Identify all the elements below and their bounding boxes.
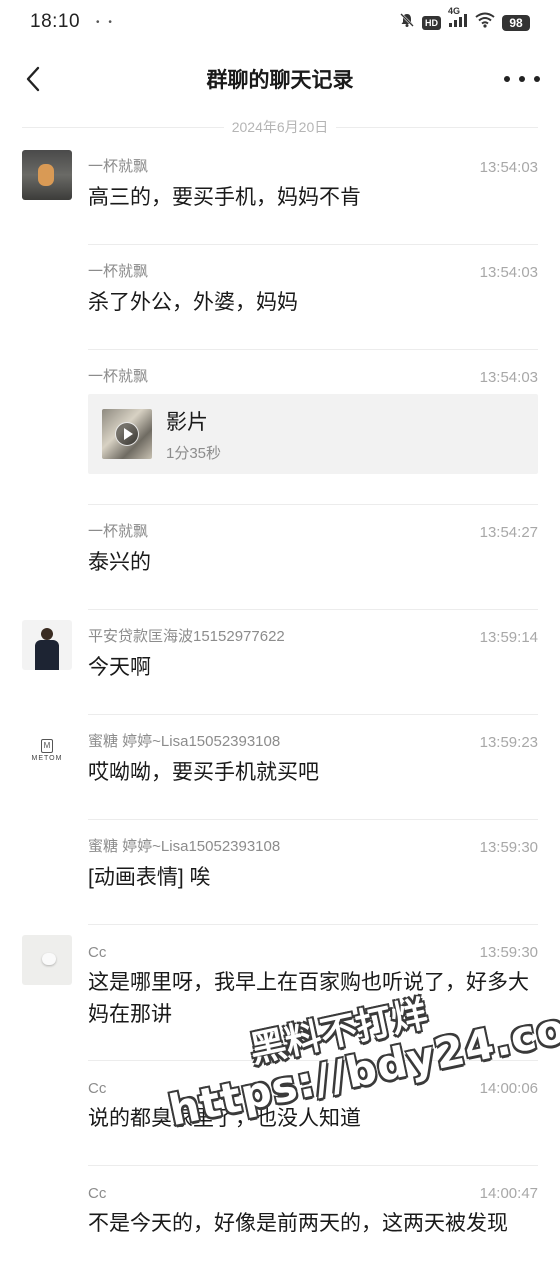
message-item[interactable]: 一杯就飘 13:54:03 影片 1分35秒 <box>0 350 560 505</box>
message-time: 13:54:03 <box>479 369 538 386</box>
date-divider: 2024年6月20日 <box>22 114 538 140</box>
message-text: 这是哪里呀，我早上在百家购也听说了，好多大妈在那讲 <box>88 971 529 1026</box>
video-title: 影片 <box>166 410 208 434</box>
message-item[interactable]: Cc 14:00:47 不是今天的，好像是前两天的，这两天被发现 <box>0 1166 560 1280</box>
message-text: [动画表情] 唉 <box>88 866 211 889</box>
message-time: 13:59:30 <box>479 944 538 961</box>
metom-logo-icon: M <box>41 738 53 753</box>
nav-bar: 群聊的聊天记录 <box>0 44 560 114</box>
message-text: 杀了外公，外婆，妈妈 <box>88 291 298 314</box>
message-time: 13:54:03 <box>479 264 538 281</box>
signal-icon: 4G <box>448 6 468 33</box>
message-item[interactable]: 蜜糖 婷婷~Lisa15052393108 13:59:30 [动画表情] 唉 <box>0 820 560 925</box>
status-bar: 18:10 • • HD 4G 98 <box>0 0 560 44</box>
sender-name: Cc <box>88 1080 107 1097</box>
sender-name: 一杯就飘 <box>88 263 149 280</box>
message-text: 不是今天的，好像是前两天的，这两天被发现 <box>88 1212 508 1235</box>
message-time: 14:00:47 <box>479 1185 538 1202</box>
avatar-metom-logo[interactable]: M METOM <box>22 725 72 775</box>
status-icons: HD 4G 98 <box>399 6 530 33</box>
video-thumbnail <box>102 409 152 459</box>
back-button[interactable] <box>18 64 48 94</box>
hd-badge: HD <box>422 15 441 30</box>
chevron-left-icon <box>26 66 40 92</box>
message-time: 14:00:06 <box>479 1080 538 1097</box>
wifi-icon <box>475 12 495 33</box>
message-time: 13:59:23 <box>479 734 538 751</box>
message-text: 哎呦呦，要买手机就买吧 <box>88 761 319 784</box>
date-text: 2024年6月20日 <box>223 117 337 137</box>
notification-dots: • • <box>96 16 115 28</box>
video-card[interactable]: 影片 1分35秒 <box>88 394 538 474</box>
avatar-suit[interactable] <box>22 620 72 670</box>
sender-name: 一杯就飘 <box>88 368 149 385</box>
sender-name: 一杯就飘 <box>88 158 149 175</box>
message-item[interactable]: 一杯就飘 13:54:03 高三的，要买手机，妈妈不肯 <box>0 140 560 245</box>
message-time: 13:59:14 <box>479 629 538 646</box>
message-time: 13:54:27 <box>479 524 538 541</box>
sender-name: 一杯就飘 <box>88 523 149 540</box>
message-text: 泰兴的 <box>88 551 151 574</box>
mute-bell-icon <box>399 12 415 33</box>
avatar-dog[interactable] <box>22 935 72 985</box>
status-time: 18:10 <box>30 11 81 32</box>
message-item[interactable]: Cc 14:00:06 说的都臭家里了，也没人知道 <box>0 1061 560 1166</box>
sender-name: 平安贷款匡海波15152977622 <box>88 628 285 645</box>
message-item[interactable]: 一杯就飘 13:54:03 杀了外公，外婆，妈妈 <box>0 245 560 350</box>
message-text: 说的都臭家里了，也没人知道 <box>88 1107 361 1130</box>
more-dot-icon <box>534 76 540 82</box>
more-dot-icon <box>519 76 525 82</box>
network-label: 4G <box>448 6 461 16</box>
more-options-button[interactable] <box>504 66 540 92</box>
message-time: 13:54:03 <box>479 159 538 176</box>
play-icon <box>115 422 139 446</box>
message-time: 13:59:30 <box>479 839 538 856</box>
page-title: 群聊的聊天记录 <box>206 69 354 92</box>
message-text: 高三的，要买手机，妈妈不肯 <box>88 186 361 209</box>
more-dot-icon <box>504 76 510 82</box>
battery-indicator: 98 <box>502 14 530 31</box>
video-duration: 1分35秒 <box>166 444 222 462</box>
sender-name: 蜜糖 婷婷~Lisa15052393108 <box>88 733 281 750</box>
sender-name: Cc <box>88 1185 107 1202</box>
message-item[interactable]: Cc 13:59:30 这是哪里呀，我早上在百家购也听说了，好多大妈在那讲 <box>0 925 560 1061</box>
sender-name: Cc <box>88 944 107 961</box>
sender-name: 蜜糖 婷婷~Lisa15052393108 <box>88 838 281 855</box>
message-list: 一杯就飘 13:54:03 高三的，要买手机，妈妈不肯 一杯就飘 13:54:0… <box>0 140 560 1280</box>
message-item[interactable]: M METOM 蜜糖 婷婷~Lisa15052393108 13:59:23 哎… <box>0 715 560 820</box>
avatar-cat[interactable] <box>22 150 72 200</box>
message-item[interactable]: 平安贷款匡海波15152977622 13:59:14 今天啊 <box>0 610 560 715</box>
message-text: 今天啊 <box>88 656 151 679</box>
message-item[interactable]: 一杯就飘 13:54:27 泰兴的 <box>0 505 560 610</box>
avatar-logo-text: METOM <box>31 754 63 762</box>
